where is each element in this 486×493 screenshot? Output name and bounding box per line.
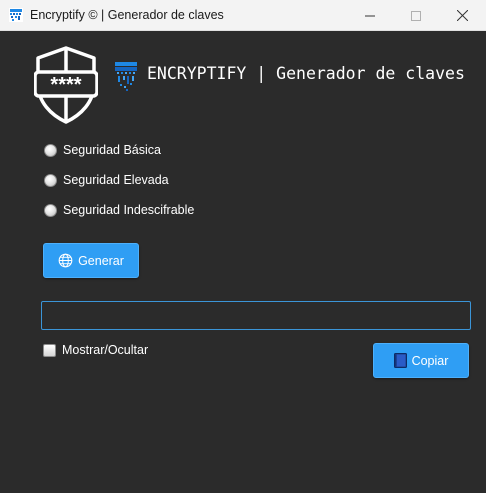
password-output-field[interactable] <box>41 301 471 330</box>
window-title: Encryptify © | Generador de claves <box>30 8 224 22</box>
circuit-logo-icon <box>115 62 137 91</box>
close-button[interactable] <box>439 0 485 31</box>
main-content: **** ENCRYPTIFY | Generador de claves Se… <box>0 31 486 493</box>
window-titlebar: Encryptify © | Generador de claves <box>0 0 486 31</box>
radio-label: Seguridad Básica <box>63 143 161 157</box>
shield-password-icon: **** <box>34 46 98 124</box>
globe-icon <box>58 253 73 268</box>
copy-button[interactable]: Copiar <box>373 343 469 378</box>
radio-label: Seguridad Indescifrable <box>63 203 195 217</box>
minimize-icon <box>365 15 375 16</box>
checkbox[interactable] <box>43 343 56 357</box>
radio-seguridad-basica[interactable]: Seguridad Básica <box>44 141 161 159</box>
show-hide-label: Mostrar/Ocultar <box>62 343 149 357</box>
close-icon <box>456 10 468 21</box>
radio-button[interactable] <box>44 203 57 217</box>
show-hide-checkbox[interactable]: Mostrar/Ocultar <box>43 343 148 357</box>
app-heading: ENCRYPTIFY | Generador de claves <box>147 64 465 83</box>
maximize-icon <box>411 10 421 21</box>
radio-label: Seguridad Elevada <box>63 173 169 187</box>
book-icon <box>393 353 407 368</box>
radio-button[interactable] <box>44 143 57 157</box>
generate-button-label: Generar <box>78 253 124 268</box>
minimize-button[interactable] <box>347 0 393 31</box>
copy-button-label: Copiar <box>411 353 449 368</box>
radio-seguridad-indescifrable[interactable]: Seguridad Indescifrable <box>44 201 194 219</box>
generate-button[interactable]: Generar <box>43 243 139 278</box>
maximize-button[interactable] <box>393 0 439 31</box>
encryptify-app-icon <box>9 8 23 22</box>
shield-password-mask: **** <box>50 74 81 96</box>
radio-button[interactable] <box>44 173 57 187</box>
radio-seguridad-elevada[interactable]: Seguridad Elevada <box>44 171 169 189</box>
